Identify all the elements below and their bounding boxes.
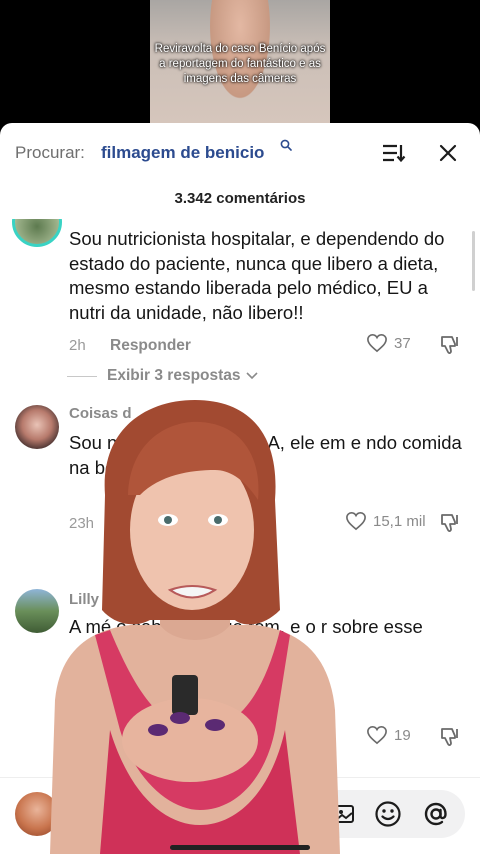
search-prefix: Procurar: [15, 143, 85, 162]
avatar[interactable] [15, 589, 59, 633]
comment-text: A mé o sabiam o que rem, e o r sobre ess… [69, 616, 423, 637]
comment-text: Sou nutricionista hospitalar, e dependen… [69, 228, 445, 323]
comment-time: 23h [69, 515, 95, 532]
reply-button[interactable]: Responder [110, 337, 191, 355]
avatar[interactable] [15, 405, 59, 449]
comment-author[interactable]: Lilly h [69, 591, 112, 608]
comments-count: 3.342 comentários [174, 190, 306, 207]
search-query-link[interactable]: filmagem de benicio [101, 143, 264, 163]
comment-author[interactable]: Coisas d [69, 405, 132, 422]
like-button[interactable]: 15,1 mil [345, 511, 426, 531]
chevron-down-icon [245, 372, 258, 380]
like-count: 19 [394, 726, 411, 744]
heart-icon [346, 511, 366, 531]
dislike-icon[interactable] [440, 512, 462, 534]
avatar[interactable] [12, 219, 62, 247]
dislike-icon[interactable] [440, 334, 462, 356]
comments-sheet: Procurar: filmagem de benicio 3.342 come… [0, 123, 480, 854]
user-avatar[interactable] [15, 792, 59, 836]
video-caption: Reviravolta do caso Benício após a repor… [154, 43, 326, 85]
comment-input-bar [0, 777, 480, 854]
comments-list: Sou nutricionista hospitalar, e dependen… [0, 219, 480, 789]
video-background: Reviravolta do caso Benício após a repor… [0, 0, 480, 135]
view-replies-button[interactable]: Exibir 3 respostas [67, 367, 259, 385]
like-count: 37 [394, 334, 411, 352]
emoji-icon[interactable] [374, 800, 402, 828]
like-button[interactable]: 37 [366, 333, 411, 353]
divider-line [67, 375, 97, 377]
view-replies-label: Exibir 3 respostas [107, 367, 241, 384]
heart-icon [367, 333, 387, 353]
at-icon[interactable] [422, 800, 450, 828]
like-count: 15,1 mil [373, 512, 426, 530]
like-button[interactable]: 19 [366, 725, 411, 745]
comment-text: Sou n e fiquei CHOCADA, ele em e ndo com… [69, 432, 462, 478]
comment-input[interactable] [70, 790, 465, 838]
sort-icon[interactable] [382, 143, 406, 163]
close-icon[interactable] [438, 143, 458, 163]
search-bar[interactable]: Procurar: filmagem de benicio [0, 123, 480, 181]
comment-time: 2h [69, 337, 86, 354]
search-icon[interactable] [280, 139, 292, 151]
heart-icon [367, 725, 387, 745]
home-indicator [170, 845, 310, 850]
image-icon[interactable] [332, 802, 356, 826]
dislike-icon[interactable] [440, 726, 462, 748]
